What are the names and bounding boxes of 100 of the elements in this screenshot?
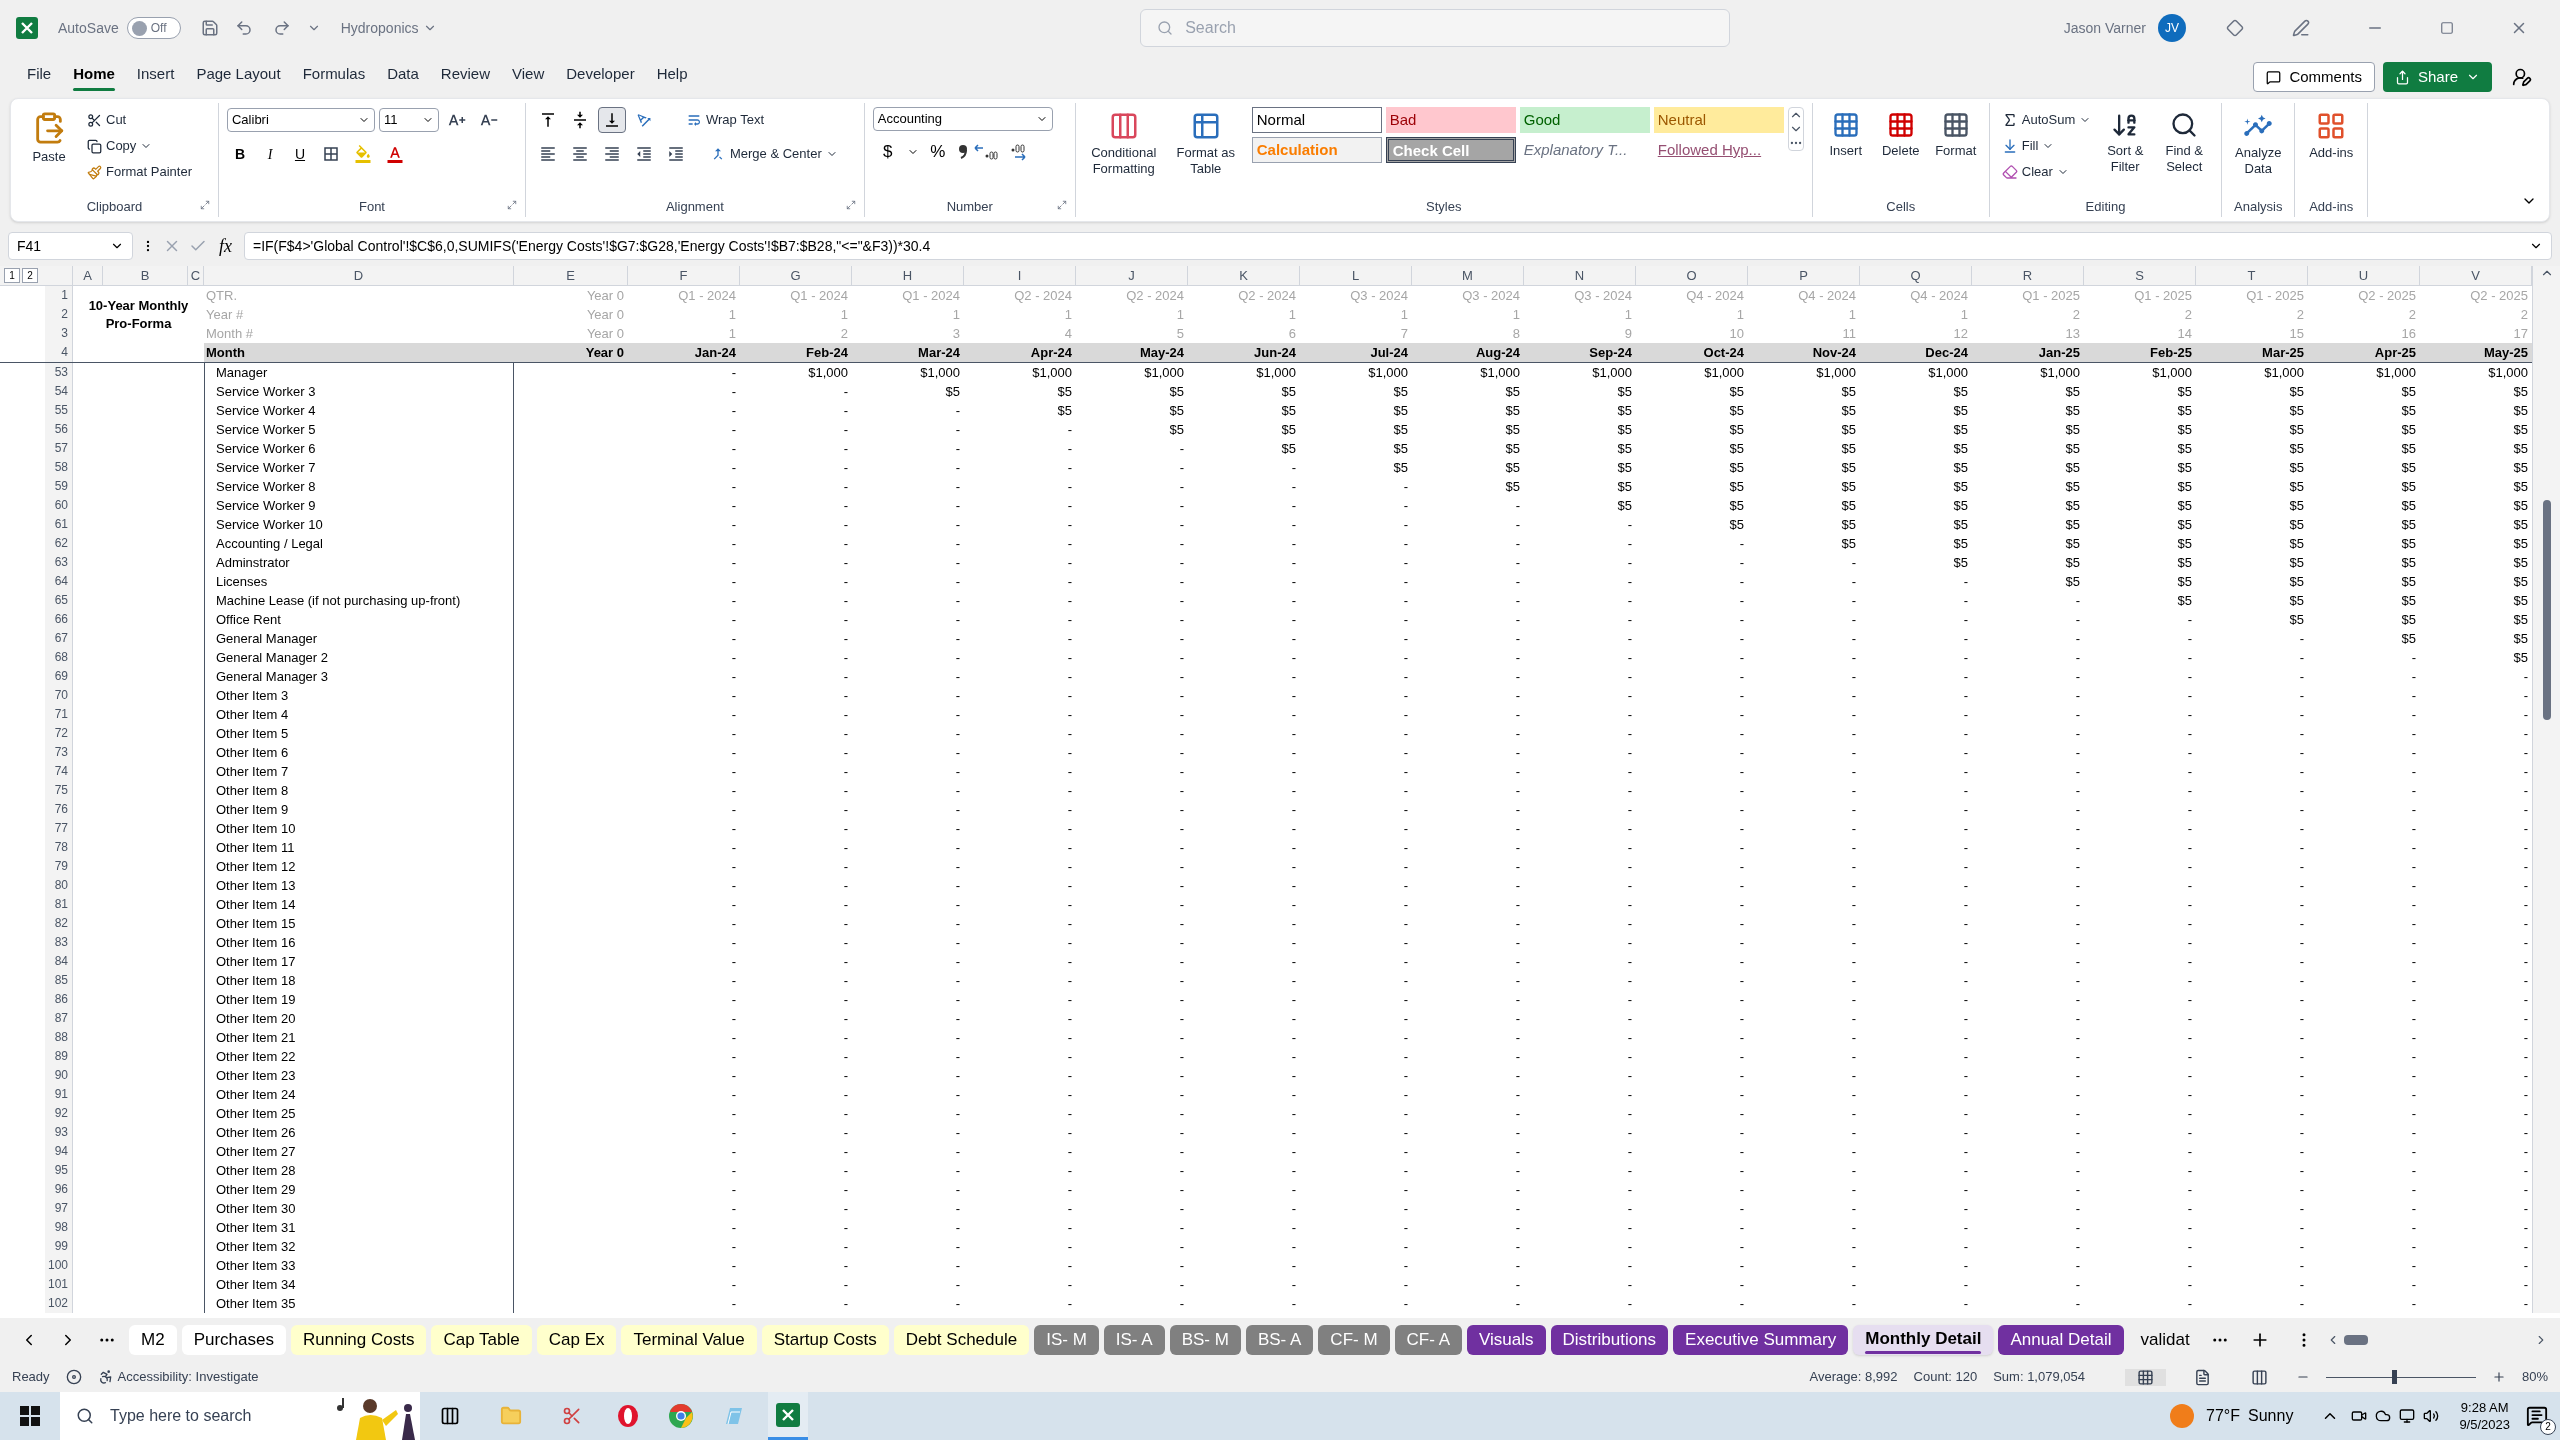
row-header[interactable]: 63 [45,553,73,572]
sheet-tab[interactable]: Monthly Detail [1853,1325,1994,1355]
row-header[interactable]: 85 [45,971,73,990]
cell-style-option[interactable]: Bad [1385,107,1516,133]
ribbon-button[interactable]: Delete [1874,107,1927,160]
save-icon[interactable] [200,19,219,37]
column-header[interactable]: C [188,266,204,285]
row-header[interactable]: 91 [45,1085,73,1104]
sheet-tab[interactable]: Running Costs [290,1325,427,1355]
row-header[interactable]: 100 [45,1256,73,1275]
sheet-tab[interactable]: Debt Schedule [893,1325,1030,1355]
document-name[interactable]: Hydroponics [340,17,437,39]
menu-tab[interactable]: Formulas [291,60,377,94]
maximize-icon[interactable] [2440,21,2454,35]
row-header[interactable]: 98 [45,1218,73,1237]
row-header[interactable]: 88 [45,1028,73,1047]
zoom-level[interactable]: 80% [2521,1367,2548,1387]
row-header[interactable]: 70 [45,686,73,705]
column-header[interactable]: Q [1860,266,1972,285]
row-header[interactable]: 74 [45,762,73,781]
zoom-slider-thumb[interactable] [2391,1370,2397,1384]
row-header[interactable]: 65 [45,591,73,610]
comma-style-icon[interactable] [956,143,969,161]
ribbon-button[interactable]: Paste [19,107,79,166]
row-header[interactable]: 53 [45,363,73,382]
font-name-field[interactable]: Calibri [227,108,375,132]
row-header[interactable]: 77 [45,819,73,838]
outline-level-button[interactable]: 1 [4,268,20,283]
column-header[interactable]: D [204,266,514,285]
excel-taskbar-button[interactable] [768,1392,808,1440]
network-icon[interactable] [2399,1408,2416,1424]
row-header[interactable]: 4 [45,343,73,362]
column-header[interactable]: U [2308,266,2420,285]
row-header[interactable]: 75 [45,781,73,800]
column-header[interactable]: M [1412,266,1524,285]
sheet-tab[interactable]: Purchases [181,1325,286,1355]
row-header[interactable]: 79 [45,857,73,876]
italic-button[interactable]: I [257,142,283,166]
increase-decimal-icon[interactable] [972,142,999,162]
sheet-tab[interactable]: M2 [129,1325,177,1355]
coauthor-icon[interactable] [2512,67,2532,87]
cell-style-option[interactable]: Neutral [1653,107,1784,133]
row-header[interactable]: 1 [45,286,73,305]
ribbon-button[interactable]: Sort & Filter [2099,107,2152,176]
macro-icon[interactable] [65,1369,82,1385]
sheet-tab[interactable]: Annual Detail [1998,1325,2124,1355]
vertical-align-button[interactable] [598,107,626,133]
row-header[interactable]: 66 [45,610,73,629]
diamond-icon[interactable] [2226,19,2244,37]
ribbon-button[interactable]: Clear [1997,159,2096,185]
column-header[interactable]: O [1636,266,1748,285]
sheet-tab[interactable]: BS- M [1169,1325,1241,1355]
row-header[interactable]: 83 [45,933,73,952]
row-header[interactable]: 72 [45,724,73,743]
row-header[interactable]: 2 [45,305,73,324]
menu-tab[interactable]: Developer [555,60,646,94]
ribbon-button[interactable]: Merge & Center [706,141,842,167]
row-header[interactable]: 99 [45,1237,73,1256]
column-header[interactable]: L [1300,266,1412,285]
currency-button[interactable]: $ [872,139,903,165]
ribbon-button[interactable]: Format as Table [1167,107,1244,178]
number-format-field[interactable]: Accounting [872,107,1053,131]
ribbon-button[interactable]: Cut [83,107,196,133]
column-header[interactable]: T [2196,266,2308,285]
start-icon[interactable] [20,1406,40,1426]
comments-button[interactable]: Comments [2253,62,2375,92]
column-header[interactable]: J [1076,266,1188,285]
row-header[interactable]: 67 [45,629,73,648]
row-header[interactable]: 59 [45,477,73,496]
cell-style-option[interactable]: Good [1519,107,1650,133]
ribbon-button[interactable]: Find & Select [2155,107,2214,176]
share-button[interactable]: Share [2382,62,2492,92]
meet-icon[interactable] [2351,1408,2368,1424]
temperature-text[interactable]: 77°F [2206,1404,2240,1428]
row-header[interactable]: 60 [45,496,73,515]
outline-level-button[interactable]: 2 [22,268,38,283]
ribbon-button[interactable]: Format Painter [83,159,196,185]
weather-text[interactable]: Sunny [2248,1404,2294,1428]
menu-tab[interactable]: Review [429,60,501,94]
ribbon-button[interactable]: Copy [83,133,196,159]
sheet-tab[interactable]: Executive Summary [1673,1325,1849,1355]
cell-style-option[interactable]: Normal [1251,107,1382,133]
row-header[interactable]: 92 [45,1104,73,1123]
undo-icon[interactable] [234,19,253,37]
row-header[interactable]: 62 [45,534,73,553]
row-header[interactable]: 102 [45,1294,73,1313]
row-header[interactable]: 94 [45,1142,73,1161]
ribbon-button[interactable]: Conditional Formatting [1083,107,1164,178]
row-header[interactable]: 58 [45,458,73,477]
menu-tab[interactable]: File [16,60,63,94]
normal-view-icon[interactable] [2124,1368,2166,1386]
sheet-tab[interactable]: CF- M [1318,1325,1390,1355]
row-header[interactable]: 69 [45,667,73,686]
column-header[interactable]: H [852,266,964,285]
underline-button[interactable]: U [287,142,313,166]
menu-tab[interactable]: Data [376,60,430,94]
sheet-tab[interactable]: Visuals [1467,1325,1546,1355]
row-header[interactable]: 61 [45,515,73,534]
column-header[interactable]: F [628,266,740,285]
column-header[interactable]: I [964,266,1076,285]
